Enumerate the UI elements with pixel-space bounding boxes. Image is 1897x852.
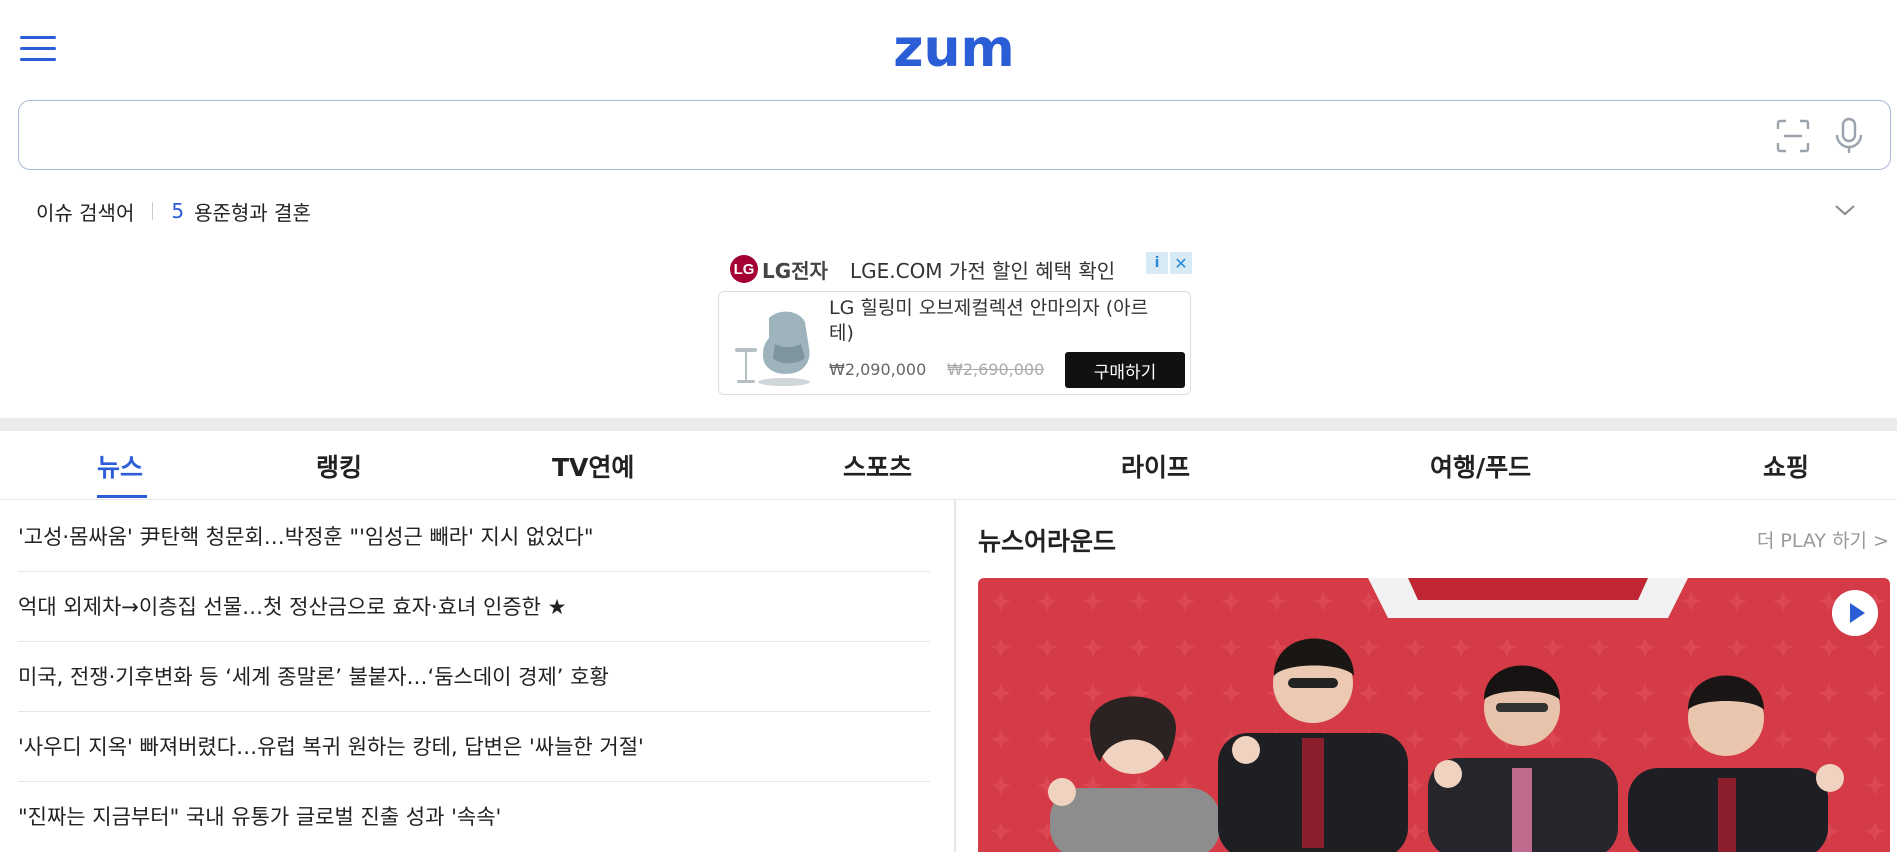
zum-logo[interactable]: zum <box>880 22 1028 78</box>
issue-rank: 5 <box>171 199 185 223</box>
search-input[interactable] <box>39 115 1779 155</box>
ad-product-name: LG 힐링미 오브제컬렉션 안마의자 (아르테) <box>829 297 1149 344</box>
ad-old-price: ₩2,690,000 <box>947 360 1045 379</box>
active-tab-indicator <box>97 495 147 498</box>
category-tabs: 뉴스 랭킹 TV연예 스포츠 라이프 여행/푸드 쇼핑 <box>0 432 1897 500</box>
tab-travel-food[interactable]: 여행/푸드 <box>1430 448 1531 484</box>
search-box <box>18 100 1891 170</box>
issue-label: 이슈 검색어 <box>36 200 135 225</box>
news-item[interactable]: 미국, 전쟁·기후변화 등 ‘세계 종말론’ 불붙자…‘둠스데이 경제’ 호황 <box>18 642 930 712</box>
video-frame-image <box>978 578 1890 852</box>
news-item[interactable]: 억대 외제차→이층집 선물…첫 정산금으로 효자·효녀 인증한 ★ <box>18 572 930 642</box>
news-video-thumbnail[interactable] <box>978 578 1890 852</box>
massage-chair-image <box>735 311 810 386</box>
news-around-title: 뉴스어라운드 <box>978 527 1117 556</box>
play-more-link[interactable]: 더 PLAY 하기 > <box>1757 526 1889 553</box>
ad-controls: i ✕ <box>1146 252 1192 274</box>
tab-life[interactable]: 라이프 <box>1121 448 1190 484</box>
lg-logo-mark: LG <box>730 255 758 283</box>
tab-sports[interactable]: 스포츠 <box>843 448 912 484</box>
chevron-down-icon[interactable] <box>1833 198 1857 222</box>
news-list: '고성·몸싸움' 尹탄핵 청문회…박정훈 "'임성근 빼라' 지시 없었다" 억… <box>18 502 930 852</box>
lg-logo: LG LG전자 <box>730 255 828 284</box>
issue-keyword[interactable]: 용준형과 결혼 <box>194 197 311 226</box>
buy-button[interactable]: 구매하기 <box>1065 352 1185 388</box>
ad-headline[interactable]: LGE.COM 가전 할인 혜택 확인 <box>850 255 1115 284</box>
tab-ranking[interactable]: 랭킹 <box>316 448 362 484</box>
play-icon[interactable] <box>1832 590 1878 636</box>
ad-header[interactable]: LG LG전자 LGE.COM 가전 할인 혜택 확인 <box>730 252 1115 286</box>
mic-icon[interactable] <box>1832 117 1866 155</box>
menu-icon[interactable] <box>20 36 56 64</box>
tab-news[interactable]: 뉴스 <box>97 448 143 484</box>
column-divider <box>954 500 956 852</box>
close-icon[interactable]: ✕ <box>1170 252 1192 274</box>
news-item[interactable]: '고성·몸싸움' 尹탄핵 청문회…박정훈 "'임성근 빼라' 지시 없었다" <box>18 502 930 572</box>
ad-card[interactable]: LG 힐링미 오브제컬렉션 안마의자 (아르테) ₩2,090,000 ₩2,6… <box>718 291 1191 395</box>
tab-tv-entertainment[interactable]: TV연예 <box>552 448 634 484</box>
scan-icon[interactable] <box>1776 119 1810 153</box>
svg-text:zum: zum <box>893 22 1014 78</box>
news-item[interactable]: '사우디 지옥' 빠져버렸다…유럽 복귀 원하는 캉테, 답변은 '싸늘한 거절… <box>18 712 930 782</box>
section-divider <box>0 418 1897 431</box>
divider <box>152 202 154 220</box>
issue-keyword-bar[interactable]: 이슈 검색어 5 용준형과 결혼 <box>36 194 311 228</box>
news-item[interactable]: "진짜는 지금부터" 국내 유통가 글로벌 진출 성과 '속속' <box>18 782 930 852</box>
ad-price: ₩2,090,000 <box>829 360 927 379</box>
info-icon[interactable]: i <box>1146 252 1168 274</box>
ad-brand: LG전자 <box>762 258 828 283</box>
tab-shopping[interactable]: 쇼핑 <box>1763 448 1809 484</box>
